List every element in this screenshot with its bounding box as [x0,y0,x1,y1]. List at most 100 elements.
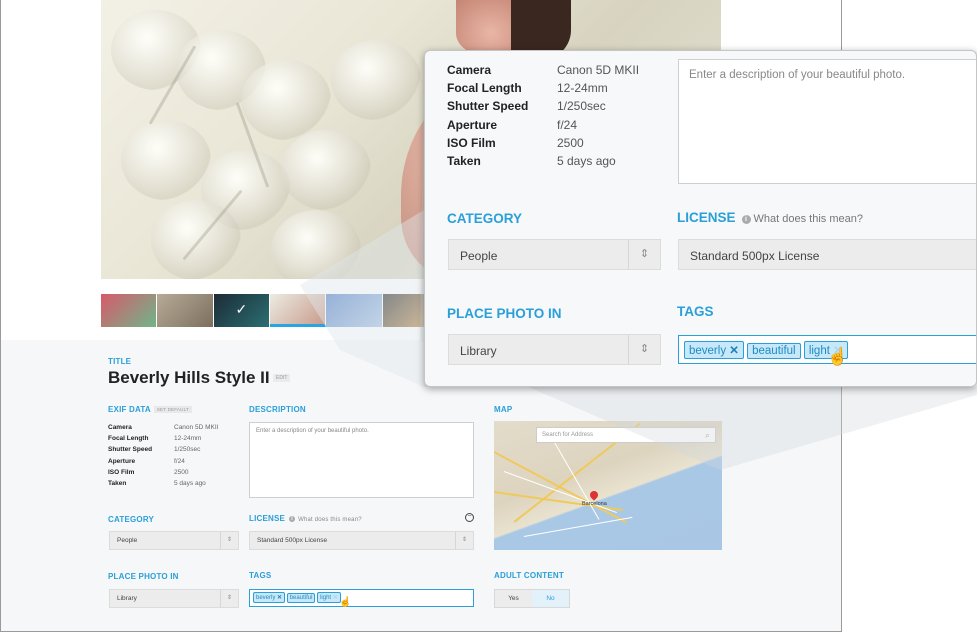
map-city-label: Barcelona [582,501,607,507]
license-help-link[interactable]: i What does this mean? [289,516,362,523]
tag-chip[interactable]: beautiful [747,343,801,359]
up-down-arrows-icon: ⇕ [628,240,660,269]
description-label: DESCRIPTION [249,405,306,414]
license-label-text: LICENSE [249,514,286,523]
exif-key: Aperture [108,457,136,465]
x-icon[interactable]: ✕ [277,595,282,601]
description-placeholder: Enter a description of your beautiful ph… [256,428,369,434]
license-label: LICENSE i What does this mean? [249,514,362,523]
adult-content-toggle[interactable]: Yes No [494,589,570,608]
x-icon[interactable]: ✕ [333,595,338,601]
edit-title-button[interactable]: EDIT [273,374,291,382]
exif-value: f/24 [557,117,578,132]
exif-label-text: EXIF DATA [108,405,151,414]
exif-value: 12-24mm [557,81,608,96]
license-help-link[interactable]: i What does this mean? [741,213,863,225]
set-default-button[interactable]: SET DEFAULT [153,406,192,414]
exif-value: 2500 [557,135,584,150]
title-label: TITLE [108,357,132,366]
description-textarea[interactable]: Enter a description of your beautiful ph… [249,422,474,498]
exif-key: Shutter Speed [447,99,529,114]
category-label: CATEGORY [108,515,155,524]
zoom-category-select[interactable]: People ⇕ [448,239,661,270]
license-value: Standard 500px License [257,537,328,544]
zoom-category-label: CATEGORY [447,211,523,226]
exif-key: Aperture [447,117,498,132]
zoom-description-textarea[interactable]: Enter a description of your beautiful ph… [678,59,976,184]
tag-text: beverly [256,595,276,601]
exif-key: Shutter Speed [108,446,153,454]
license-value: Standard 500px License [690,249,820,263]
license-help-text: What does this mean? [753,213,863,225]
up-down-arrows-icon: ⇕ [628,335,660,364]
tag-chip[interactable]: beverly ✕ [684,341,744,359]
thumbnail[interactable] [101,294,158,327]
exif-key: Focal Length [447,81,522,96]
zoom-license-label: LICENSE i What does this mean? [677,210,863,225]
description-placeholder: Enter a description of your beautiful ph… [689,69,906,81]
info-icon: i [289,516,296,522]
exif-value: Canon 5D MKII [174,424,219,431]
zoom-exif-list: Camera Canon 5D MKII Focal Length 12-24mm … [447,61,639,170]
place-label: PLACE PHOTO IN [108,572,179,581]
exif-key: Focal Length [108,435,149,443]
zoom-tags-label: TAGS [677,304,714,319]
category-value: People [460,249,498,263]
tag-text: light [320,595,332,601]
exif-value: 1/250sec [557,99,606,114]
up-down-arrows-icon: ⇕ [220,532,238,549]
photo-title[interactable]: Beverly Hills Style II [108,368,270,388]
tags-input[interactable]: beverly ✕ beautiful light ✕ [249,589,474,607]
category-select[interactable]: People ⇕ [109,531,239,550]
license-label-text: LICENSE [677,210,736,225]
exif-value: 1/250sec [174,446,201,454]
exif-value: 12-24mm [174,435,202,443]
exif-label: EXIF DATA SET DEFAULT [108,405,192,414]
tag-chip[interactable]: beverly ✕ [253,592,286,603]
thumbnail-selected[interactable]: ✓ [213,294,271,327]
exif-list: Camera Canon 5D MKII Focal Length 12-24mm … [108,422,218,489]
place-value: Library [117,595,137,602]
license-select[interactable]: Standard 500px License ⇕ [249,531,474,550]
check-icon: ✓ [235,301,248,317]
hand-cursor-icon: ☝ [827,347,849,366]
exif-key: Taken [108,480,127,488]
tag-text: beautiful [752,345,796,357]
up-down-arrows-icon: ⇕ [455,532,473,549]
exif-value: 5 days ago [557,154,616,169]
map-pin-icon[interactable] [588,489,600,501]
tag-chip[interactable]: beautiful [286,593,316,603]
exif-key: Camera [108,424,132,431]
collapse-icon[interactable]: − [465,513,474,522]
license-help-text: What does this mean? [298,517,362,523]
zoom-license-select[interactable]: Standard 500px License [678,239,976,270]
tag-chip[interactable]: light ✕ [317,592,341,603]
thumbnail-current[interactable] [270,294,327,327]
zoom-place-label: PLACE PHOTO IN [447,306,562,321]
adult-content-label: ADULT CONTENT [494,571,564,580]
thumbnail[interactable] [157,294,214,327]
exif-value: Canon 5D MKII [557,63,640,77]
zoomed-detail-panel: Camera Canon 5D MKII Focal Length 12-24mm … [424,50,977,387]
x-icon[interactable]: ✕ [729,345,739,357]
category-value: People [117,537,138,544]
search-icon[interactable]: ⌕ [705,430,710,441]
tag-text: beverly [689,345,727,357]
place-value: Library [460,344,497,358]
map-label: MAP [494,405,513,414]
exif-key: Taken [447,154,481,169]
tags-label: TAGS [249,571,272,580]
zoom-place-select[interactable]: Library ⇕ [448,334,661,365]
adult-no-button[interactable]: No [532,590,569,607]
up-down-arrows-icon: ⇕ [220,590,238,607]
map-search-input[interactable]: Search for Address ⌕ [536,427,716,443]
hand-cursor-icon: ☝ [339,597,352,608]
place-select[interactable]: Library ⇕ [109,589,239,608]
thumbnail[interactable] [326,294,383,327]
info-icon: i [741,215,751,224]
tag-text: beautiful [289,595,313,601]
map-search-placeholder: Search for Address [542,432,594,438]
exif-key: Camera [447,63,492,77]
location-map[interactable]: Search for Address ⌕ Barcelona [494,421,722,550]
adult-yes-button[interactable]: Yes [495,590,532,607]
